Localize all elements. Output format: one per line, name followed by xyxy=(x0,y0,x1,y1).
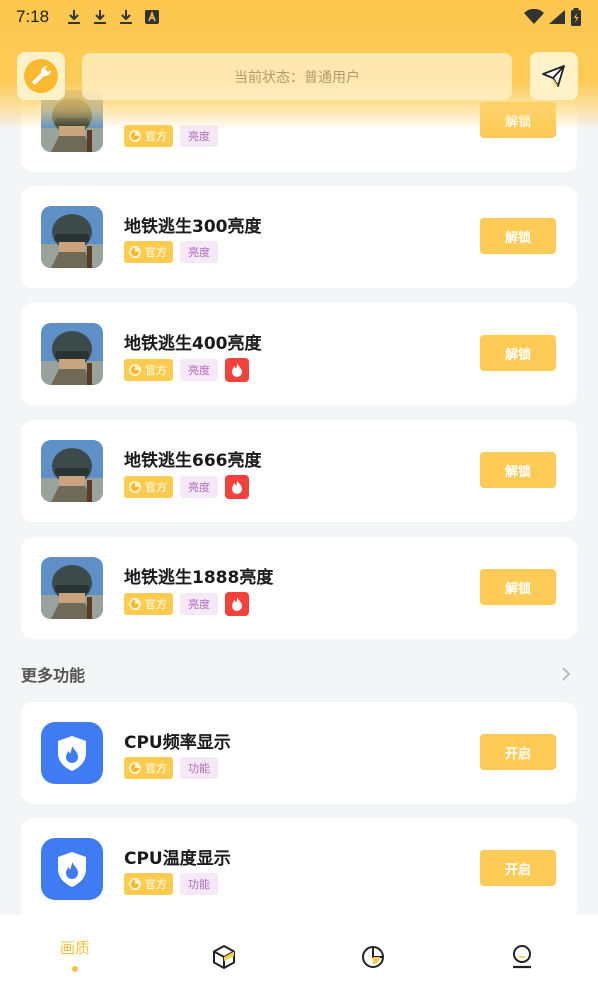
status-bar: 7:18 xyxy=(0,0,598,34)
battery-icon xyxy=(571,8,581,26)
active-indicator xyxy=(72,966,78,972)
official-tag-label: 官方 xyxy=(145,246,167,259)
official-tag-label: 官方 xyxy=(145,598,167,611)
status-time: 7:18 xyxy=(16,7,50,26)
nav-profile[interactable] xyxy=(482,915,562,998)
content-scroll[interactable]: 官方 亮度 解锁 地铁逃生300亮度 官方 亮度 解 xyxy=(0,0,598,915)
tool-button[interactable] xyxy=(17,52,65,100)
list-item: 地铁逃生1888亮度 官方 亮度 解锁 xyxy=(21,537,577,639)
fire-icon xyxy=(225,592,249,616)
section-title: 更多功能 xyxy=(21,666,86,685)
item-title: CPU频率显示 xyxy=(124,733,231,753)
badge-icon xyxy=(129,246,141,258)
bottom-nav: 画质 xyxy=(0,915,598,998)
nav-quality-label: 画质 xyxy=(59,939,90,957)
user-status: 当前状态：普通用户 xyxy=(82,53,512,100)
download-icon xyxy=(93,9,107,25)
user-icon xyxy=(513,945,531,969)
official-tag-label: 官方 xyxy=(145,762,167,775)
badge-icon xyxy=(129,364,141,376)
cube-icon xyxy=(213,945,235,969)
list-item: CPU频率显示 官方 功能 开启 xyxy=(21,702,577,804)
official-tag: 官方 xyxy=(124,476,173,498)
official-tag: 官方 xyxy=(124,873,173,895)
shield-flame-icon xyxy=(41,722,103,784)
category-tag: 亮度 xyxy=(180,241,218,263)
official-tag-label: 官方 xyxy=(145,878,167,891)
item-title: 地铁逃生1888亮度 xyxy=(124,568,274,588)
font-icon xyxy=(145,10,160,24)
official-tag: 官方 xyxy=(124,593,173,615)
item-title: 地铁逃生666亮度 xyxy=(124,451,262,471)
list-item: 地铁逃生400亮度 官方 亮度 解锁 xyxy=(21,303,577,405)
send-button[interactable] xyxy=(530,52,578,100)
badge-icon xyxy=(129,762,141,774)
list-item: 地铁逃生300亮度 官方 亮度 解锁 xyxy=(21,186,577,288)
official-tag: 官方 xyxy=(124,359,173,381)
item-title: 地铁逃生300亮度 xyxy=(124,217,262,237)
enable-button[interactable]: 开启 xyxy=(480,850,556,886)
shield-flame-icon xyxy=(41,838,103,900)
soldier-helmet-icon xyxy=(41,440,103,502)
official-tag-label: 官方 xyxy=(145,481,167,494)
pie-chart-icon xyxy=(362,946,384,968)
item-title: CPU温度显示 xyxy=(124,849,231,869)
more-features-header[interactable]: 更多功能 xyxy=(21,660,577,688)
enable-button[interactable]: 开启 xyxy=(480,734,556,770)
soldier-helmet-icon xyxy=(41,323,103,385)
nav-quality[interactable]: 画质 xyxy=(35,915,115,998)
category-tag: 功能 xyxy=(180,873,218,895)
unlock-button[interactable]: 解锁 xyxy=(480,218,556,254)
soldier-helmet-icon xyxy=(41,206,103,268)
official-tag-label: 官方 xyxy=(145,130,167,143)
nav-cube[interactable] xyxy=(184,915,264,998)
download-icon xyxy=(119,9,133,25)
nav-stats[interactable] xyxy=(333,915,413,998)
unlock-button[interactable]: 解锁 xyxy=(480,335,556,371)
badge-icon xyxy=(129,130,141,142)
official-tag: 官方 xyxy=(124,757,173,779)
category-tag: 亮度 xyxy=(180,359,218,381)
unlock-button[interactable]: 解锁 xyxy=(480,452,556,488)
signal-icon xyxy=(549,10,565,24)
wifi-icon xyxy=(524,9,544,24)
fire-icon xyxy=(225,358,249,382)
list-item: CPU温度显示 官方 功能 开启 xyxy=(21,818,577,915)
badge-icon xyxy=(129,481,141,493)
download-icon xyxy=(67,9,81,25)
top-header: 当前状态：普通用户 xyxy=(0,52,598,102)
paper-plane-icon xyxy=(542,65,565,87)
category-tag: 亮度 xyxy=(180,476,218,498)
badge-icon xyxy=(129,598,141,610)
badge-icon xyxy=(129,878,141,890)
chevron-right-icon xyxy=(562,667,571,681)
wrench-icon xyxy=(24,59,58,93)
category-tag: 亮度 xyxy=(180,593,218,615)
unlock-button[interactable]: 解锁 xyxy=(480,569,556,605)
official-tag: 官方 xyxy=(124,241,173,263)
item-title: 地铁逃生400亮度 xyxy=(124,334,262,354)
soldier-helmet-icon xyxy=(41,557,103,619)
fire-icon xyxy=(225,475,249,499)
category-tag: 功能 xyxy=(180,757,218,779)
official-tag-label: 官方 xyxy=(145,364,167,377)
list-item: 地铁逃生666亮度 官方 亮度 解锁 xyxy=(21,420,577,522)
